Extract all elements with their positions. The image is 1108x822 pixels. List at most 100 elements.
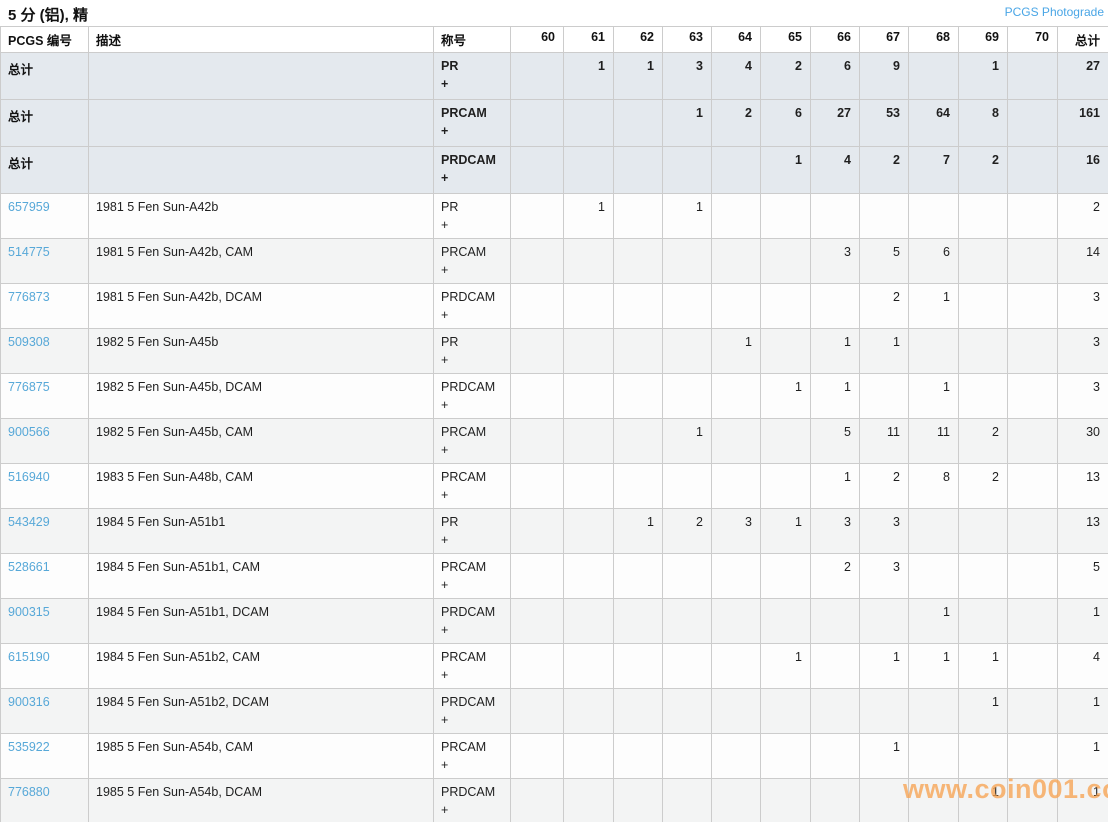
grade-count-60 [511, 100, 564, 147]
row-total: 5 [1058, 554, 1108, 599]
pcgs-number-link[interactable]: 776875 [8, 380, 50, 394]
designation-label: PRDCAM [441, 605, 502, 619]
grade-count-68 [909, 554, 959, 599]
designation-plus: + [441, 713, 502, 727]
grade-count-61 [564, 689, 614, 734]
grade-count-65 [761, 464, 811, 509]
grade-count-63 [663, 779, 712, 822]
grade-count-61 [564, 599, 614, 644]
pcgs-photograde-link[interactable]: PCGS Photograde [1005, 5, 1104, 19]
grade-count-64: 3 [712, 509, 761, 554]
row-total: 3 [1058, 329, 1108, 374]
summary-row-label: 总计 [8, 110, 33, 124]
designation-cell: PRCAM + [434, 464, 511, 509]
col-header-grade-63: 63 [663, 27, 712, 53]
designation-cell: PRDCAM + [434, 779, 511, 822]
grade-count-60 [511, 239, 564, 284]
grade-count-69 [959, 509, 1008, 554]
grade-count-69: 1 [959, 53, 1008, 100]
pcgs-number-link[interactable]: 900316 [8, 695, 50, 709]
designation-plus: + [441, 263, 502, 277]
pcgs-number-cell: 总计 [1, 53, 89, 100]
top-bar: 5 分 (铝), 精 PCGS Photograde [0, 0, 1108, 26]
designation-label: PRCAM [441, 560, 502, 574]
pcgs-number-link[interactable]: 615190 [8, 650, 50, 664]
coin-description: 1981 5 Fen Sun-A42b, CAM [89, 239, 434, 284]
grade-count-69: 2 [959, 464, 1008, 509]
designation-cell: PR + [434, 509, 511, 554]
table-row: 528661 1984 5 Fen Sun-A51b1, CAM PRCAM +… [1, 554, 1108, 599]
col-header-grade-60: 60 [511, 27, 564, 53]
grade-count-67: 11 [860, 419, 909, 464]
pcgs-number-link[interactable]: 535922 [8, 740, 50, 754]
row-total: 30 [1058, 419, 1108, 464]
grade-count-65: 6 [761, 100, 811, 147]
grade-count-63 [663, 147, 712, 194]
row-total: 1 [1058, 599, 1108, 644]
grade-count-70 [1008, 100, 1058, 147]
coin-description: 1984 5 Fen Sun-A51b1 [89, 509, 434, 554]
grade-count-70 [1008, 689, 1058, 734]
grade-count-65 [761, 239, 811, 284]
grade-count-70 [1008, 374, 1058, 419]
grade-count-62 [614, 284, 663, 329]
summary-row-label: 总计 [8, 157, 33, 171]
col-header-grade-68: 68 [909, 27, 959, 53]
table-row: 514775 1981 5 Fen Sun-A42b, CAM PRCAM + … [1, 239, 1108, 284]
grade-count-67: 2 [860, 147, 909, 194]
grade-count-61 [564, 464, 614, 509]
grade-count-66 [811, 779, 860, 822]
grade-count-63 [663, 689, 712, 734]
pcgs-number-link[interactable]: 528661 [8, 560, 50, 574]
grade-count-62 [614, 194, 663, 239]
designation-label: PRDCAM [441, 695, 502, 709]
grade-count-68: 64 [909, 100, 959, 147]
grade-count-62 [614, 464, 663, 509]
grade-count-69: 2 [959, 419, 1008, 464]
designation-cell: PRDCAM + [434, 284, 511, 329]
row-total: 1 [1058, 734, 1108, 779]
row-total: 2 [1058, 194, 1108, 239]
col-header-grade-70: 70 [1008, 27, 1058, 53]
pcgs-number-cell: 900315 [1, 599, 89, 644]
pcgs-number-link[interactable]: 543429 [8, 515, 50, 529]
pcgs-number-link[interactable]: 776880 [8, 785, 50, 799]
grade-count-60 [511, 464, 564, 509]
designation-label: PRDCAM [441, 153, 502, 167]
pcgs-number-link[interactable]: 509308 [8, 335, 50, 349]
designation-plus: + [441, 668, 502, 682]
designation-label: PRDCAM [441, 785, 502, 799]
grade-count-60 [511, 554, 564, 599]
pcgs-number-link[interactable]: 900315 [8, 605, 50, 619]
grade-count-62 [614, 689, 663, 734]
grade-count-65: 1 [761, 509, 811, 554]
grade-count-68 [909, 53, 959, 100]
pcgs-number-link[interactable]: 776873 [8, 290, 50, 304]
grade-count-62 [614, 147, 663, 194]
grade-count-68 [909, 329, 959, 374]
grade-count-67: 9 [860, 53, 909, 100]
pcgs-number-cell: 514775 [1, 239, 89, 284]
grade-count-67: 1 [860, 329, 909, 374]
grade-count-66: 6 [811, 53, 860, 100]
pcgs-number-link[interactable]: 900566 [8, 425, 50, 439]
table-row: 总计 PR + 1134269127 [1, 53, 1108, 100]
row-total: 16 [1058, 147, 1108, 194]
pcgs-number-link[interactable]: 657959 [8, 200, 50, 214]
row-total: 1 [1058, 689, 1108, 734]
grade-count-66: 3 [811, 239, 860, 284]
designation-cell: PRCAM + [434, 554, 511, 599]
pcgs-number-link[interactable]: 514775 [8, 245, 50, 259]
coin-description: 1985 5 Fen Sun-A54b, CAM [89, 734, 434, 779]
grade-count-68 [909, 689, 959, 734]
grade-count-64 [712, 239, 761, 284]
col-header-grade-62: 62 [614, 27, 663, 53]
pcgs-number-link[interactable]: 516940 [8, 470, 50, 484]
grade-count-61 [564, 284, 614, 329]
grade-count-67: 2 [860, 284, 909, 329]
grade-count-65 [761, 779, 811, 822]
grade-count-62 [614, 419, 663, 464]
designation-plus: + [441, 443, 502, 457]
grade-count-69 [959, 599, 1008, 644]
grade-count-62 [614, 554, 663, 599]
